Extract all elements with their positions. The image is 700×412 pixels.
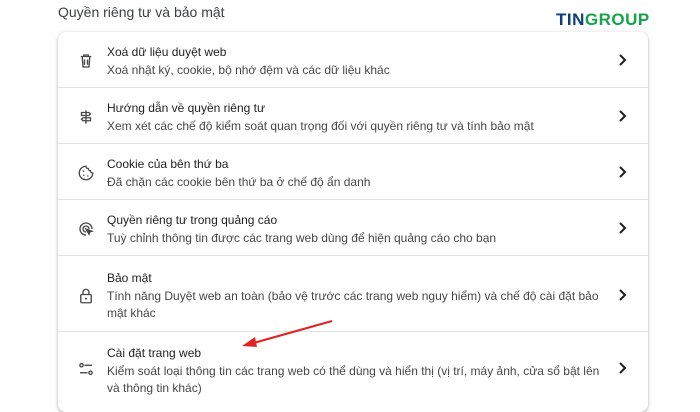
chevron-right-icon [618,54,628,66]
row-subtitle: Xoá nhật ký, cookie, bộ nhớ đệm và các d… [107,63,390,77]
logo-text-part1: TIN [556,10,585,29]
third-party-cookies-row[interactable]: Cookie của bên thứ ba Đã chặn các cookie… [58,143,648,199]
tinogroup-logo: TIN GROUP [556,10,650,30]
chevron-right-icon [618,289,628,301]
clear-browsing-data-row[interactable]: Xoá dữ liệu duyệt web Xoá nhật ký, cooki… [58,32,648,87]
row-title: Xoá dữ liệu duyệt web [107,45,227,59]
row-title: Cookie của bên thứ ba [107,157,229,171]
section-title: Quyền riêng tư và bảo mật [58,4,225,20]
chevron-right-icon [618,362,628,374]
security-row[interactable]: Bảo mật Tính năng Duyệt web an toàn (bảo… [58,255,648,331]
chevron-right-icon [618,166,628,178]
cookie-icon [77,164,95,182]
row-subtitle: Kiểm soát loại thông tin các trang web c… [107,364,600,395]
row-title: Bảo mật [107,271,152,285]
row-title: Hướng dẫn về quyền riêng tư [107,101,266,115]
ad-privacy-icon [77,220,95,238]
row-title: Quyền riêng tư trong quảng cáo [107,213,278,227]
ad-privacy-row[interactable]: Quyền riêng tư trong quảng cáo Tuỳ chỉnh… [58,199,648,255]
row-subtitle: Đã chặn các cookie bên thứ ba ở chế độ ẩ… [107,175,371,189]
tune-icon [77,360,95,378]
privacy-settings-card: Xoá dữ liệu duyệt web Xoá nhật ký, cooki… [58,32,648,412]
row-subtitle: Tuỳ chỉnh thông tin được các trang web d… [107,231,497,245]
row-subtitle: Tính năng Duyệt web an toàn (bảo vệ trướ… [107,289,599,320]
annotation-arrow [242,319,333,347]
lock-icon [77,287,95,305]
chevron-right-icon [618,222,628,234]
row-title: Cài đặt trang web [107,346,202,360]
logo-text-part2: GROUP [584,10,650,29]
chevron-right-icon [618,110,628,122]
signpost-icon [77,108,95,126]
row-subtitle: Xem xét các chế độ kiểm soát quan trọng … [107,119,534,133]
trash-icon [77,52,95,70]
privacy-guide-row[interactable]: Hướng dẫn về quyền riêng tư Xem xét các … [58,87,648,143]
